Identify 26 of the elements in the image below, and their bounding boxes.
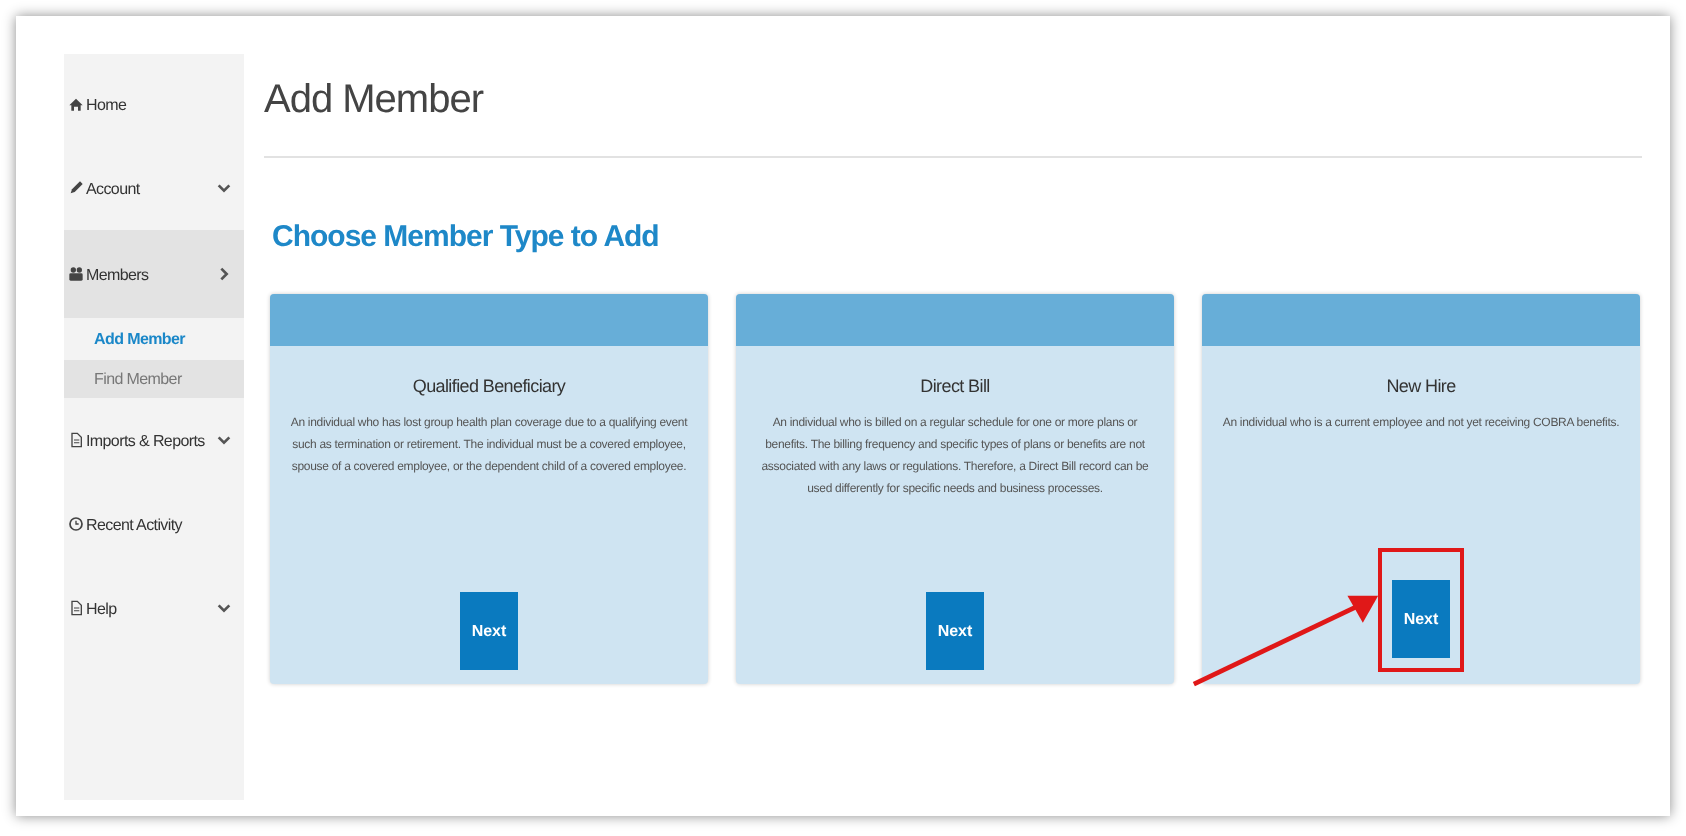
sidebar-item[interactable]: Members (64, 230, 244, 318)
chevron-down-icon (216, 600, 232, 616)
chevron-down-icon (216, 180, 232, 196)
next-button[interactable]: Next (460, 592, 518, 670)
document-icon (68, 600, 84, 616)
clock-icon (68, 516, 84, 532)
card-title: New Hire (1386, 376, 1456, 396)
sidebar-subitem[interactable]: Add Member (64, 318, 244, 360)
section-title: Choose Member Type to Add (272, 220, 661, 254)
next-button[interactable]: Next (1392, 580, 1450, 658)
sidebar-item[interactable]: Imports & Reports (64, 398, 244, 482)
sidebar-item[interactable]: Home (64, 62, 244, 146)
sidebar-item[interactable]: Account (64, 146, 244, 230)
chevron-right-icon (216, 266, 232, 282)
document-icon (68, 432, 84, 448)
sidebar-item[interactable]: Recent Activity (64, 482, 244, 566)
pencil-icon (68, 180, 84, 196)
card-title: Qualified Beneficiary (412, 376, 566, 396)
next-button[interactable]: Next (926, 592, 984, 670)
page-title: Add Member (264, 78, 1642, 158)
chevron-down-icon (216, 432, 232, 448)
people-icon (68, 266, 84, 282)
card-title: Direct Bill (920, 376, 990, 396)
home-icon (68, 96, 84, 112)
sidebar-subitem[interactable]: Find Member (64, 360, 244, 398)
sidebar-item[interactable]: Help (64, 566, 244, 650)
